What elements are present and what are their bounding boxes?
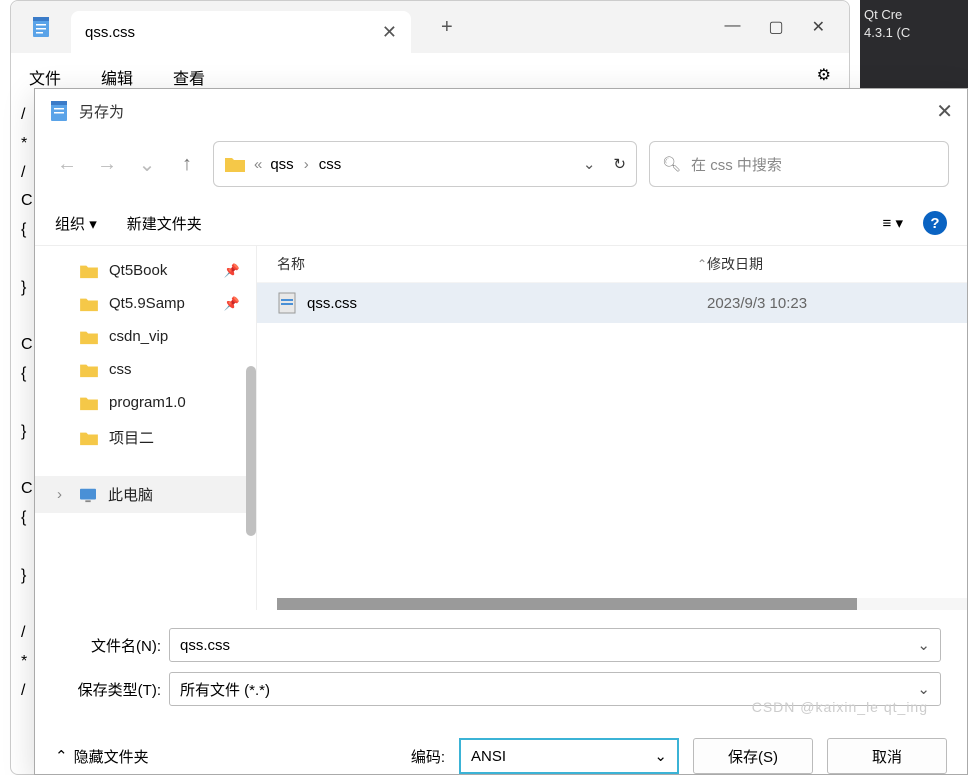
chevron-right-icon: › [304, 156, 309, 173]
folder-icon [79, 263, 99, 279]
dialog-close-icon[interactable]: ✕ [936, 99, 953, 124]
help-icon[interactable]: ? [923, 211, 947, 235]
column-name[interactable]: 名称 ⌃ [277, 254, 707, 274]
save-button[interactable]: 保存(S) [693, 738, 813, 774]
new-tab-button[interactable]: + [441, 16, 453, 39]
column-date[interactable]: 修改日期 [707, 254, 947, 274]
sidebar-item-label: css [109, 361, 132, 378]
notepad-app-icon [31, 15, 51, 39]
sort-asc-icon: ⌃ [697, 257, 707, 271]
bg-app-line2: 4.3.1 (C [864, 24, 964, 42]
menu-view[interactable]: 查看 [173, 65, 205, 89]
folder-icon [79, 362, 99, 378]
gear-icon[interactable]: ⚙ [817, 65, 831, 89]
folder-icon [79, 329, 99, 345]
chevron-down-icon: ▾ [89, 216, 97, 233]
encoding-label: 编码: [411, 746, 445, 767]
breadcrumb[interactable]: « qss › css ⌄ ↻ [213, 141, 637, 187]
new-folder-button[interactable]: 新建文件夹 [127, 213, 202, 234]
sidebar: Qt5Book 📌 Qt5.9Samp 📌 csdn_vip css progr… [35, 246, 257, 610]
sidebar-item-thispc[interactable]: › 此电脑 [35, 476, 256, 513]
menu-file[interactable]: 文件 [29, 65, 61, 89]
css-file-icon [277, 291, 297, 315]
sidebar-item-qt5book[interactable]: Qt5Book 📌 [35, 254, 256, 287]
search-input[interactable]: 🔍︎ 在 css 中搜索 [649, 141, 949, 187]
nav-forward-icon[interactable]: → [93, 150, 121, 178]
minimize-icon[interactable]: — [724, 17, 740, 37]
close-window-icon[interactable]: ✕ [812, 17, 825, 37]
dialog-titlebar: 另存为 ✕ [35, 89, 967, 133]
search-placeholder: 在 css 中搜索 [691, 154, 782, 175]
chevron-up-icon: ⌃ [55, 747, 68, 765]
breadcrumb-part-1[interactable]: css [319, 156, 342, 173]
horizontal-scrollbar[interactable] [277, 598, 967, 610]
encoding-select[interactable]: ANSI ⌄ [459, 738, 679, 774]
nav-up-icon[interactable]: ↑ [173, 150, 201, 178]
sidebar-item-label: 项目二 [109, 427, 154, 448]
folder-icon [79, 395, 99, 411]
file-name: qss.css [307, 295, 357, 312]
folder-icon [224, 155, 246, 173]
notepad-tabbar: qss.css ✕ + — ▢ ✕ [11, 1, 849, 53]
dialog-nav: ← → ⌄ ↑ « qss › css ⌄ ↻ 🔍︎ 在 css 中搜索 [35, 133, 967, 201]
filename-input[interactable]: qss.css ⌄ [169, 628, 941, 662]
pin-icon: 📌 [224, 296, 240, 312]
view-mode-icon[interactable]: ≡ ▾ [883, 214, 903, 232]
pin-icon: 📌 [224, 263, 240, 279]
menu-edit[interactable]: 编辑 [101, 65, 133, 89]
dialog-footer: ⌃ 隐藏文件夹 编码: ANSI ⌄ 保存(S) 取消 [35, 724, 967, 774]
dialog-toolbar: 组织 ▾ 新建文件夹 ≡ ▾ ? [35, 201, 967, 246]
dialog-fields: 文件名(N): qss.css ⌄ 保存类型(T): 所有文件 (*.*) ⌄ [35, 610, 967, 724]
notepad-tab-title: qss.css [85, 24, 135, 41]
sidebar-scrollbar[interactable] [246, 366, 256, 536]
sidebar-item-css[interactable]: css [35, 353, 256, 386]
refresh-icon[interactable]: ↻ [613, 155, 626, 173]
nav-history-chevron-icon[interactable]: ⌄ [133, 150, 161, 178]
chevron-right-icon[interactable]: › [57, 486, 62, 503]
chevron-down-icon[interactable]: ⌄ [583, 155, 596, 173]
dialog-title: 另存为 [79, 101, 124, 122]
sidebar-item-label: program1.0 [109, 394, 186, 411]
organize-menu[interactable]: 组织 ▾ [55, 213, 97, 234]
folder-icon [79, 296, 99, 312]
breadcrumb-part-0[interactable]: qss [270, 156, 293, 173]
sidebar-item-csdnvip[interactable]: csdn_vip [35, 320, 256, 353]
maximize-icon[interactable]: ▢ [768, 17, 783, 37]
filetype-label: 保存类型(T): [61, 679, 161, 700]
filename-label: 文件名(N): [61, 635, 161, 656]
sidebar-item-label: 此电脑 [108, 484, 153, 505]
column-headers: 名称 ⌃ 修改日期 [257, 246, 967, 283]
file-pane: 名称 ⌃ 修改日期 qss.css 2023/9/3 10:23 [257, 246, 967, 610]
sidebar-item-label: Qt5Book [109, 262, 167, 279]
sidebar-item-program10[interactable]: program1.0 [35, 386, 256, 419]
close-icon[interactable]: ✕ [382, 22, 397, 43]
sidebar-item-qt59samp[interactable]: Qt5.9Samp 📌 [35, 287, 256, 320]
file-date: 2023/9/3 10:23 [707, 295, 807, 312]
bg-app-line1: Qt Cre [864, 6, 964, 24]
cancel-button[interactable]: 取消 [827, 738, 947, 774]
sidebar-item-label: Qt5.9Samp [109, 295, 185, 312]
file-row[interactable]: qss.css 2023/9/3 10:23 [257, 283, 967, 323]
breadcrumb-prefix: « [254, 156, 262, 173]
chevron-down-icon[interactable]: ⌄ [917, 680, 930, 698]
pc-icon [78, 487, 98, 503]
folder-icon [79, 430, 99, 446]
filetype-select[interactable]: 所有文件 (*.*) ⌄ [169, 672, 941, 706]
hide-folders-toggle[interactable]: ⌃ 隐藏文件夹 [55, 746, 149, 767]
chevron-down-icon[interactable]: ⌄ [654, 747, 667, 765]
sidebar-item-project2[interactable]: 项目二 [35, 419, 256, 456]
nav-back-icon[interactable]: ← [53, 150, 81, 178]
save-as-dialog: 另存为 ✕ ← → ⌄ ↑ « qss › css ⌄ ↻ 🔍︎ 在 css 中… [34, 88, 968, 775]
chevron-down-icon[interactable]: ⌄ [917, 636, 930, 654]
sidebar-item-label: csdn_vip [109, 328, 168, 345]
notepad-file-icon [49, 99, 69, 123]
notepad-tab[interactable]: qss.css ✕ [71, 11, 411, 53]
search-icon: 🔍︎ [662, 155, 681, 173]
